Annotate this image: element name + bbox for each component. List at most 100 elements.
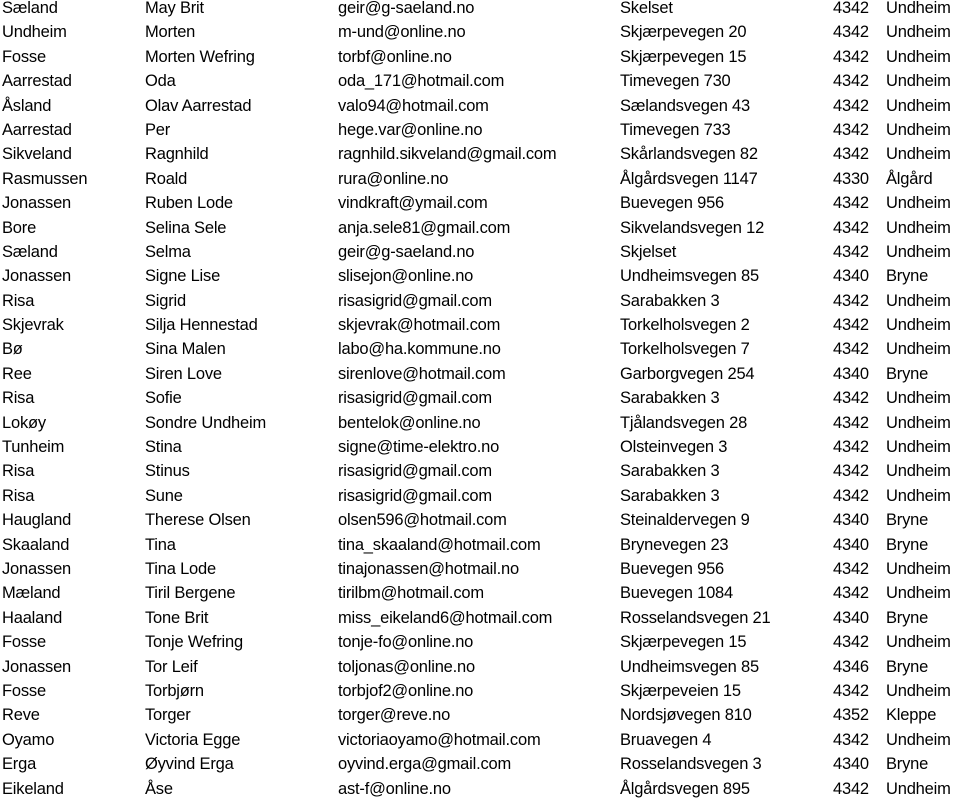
address-cell: Garborgvegen 254 [620, 364, 755, 383]
first-name-cell: Signe Lise [145, 267, 221, 286]
city-cell: Undheim [886, 72, 951, 91]
city-cell: Undheim [886, 779, 951, 798]
postal-code-cell: 4342 [833, 145, 869, 164]
email-cell: ragnhild.sikveland@gmail.com [338, 145, 557, 164]
last-name-cell: Skjevrak [2, 316, 64, 335]
last-name-cell: Aarrestad [2, 72, 72, 91]
postal-code-cell: 4342 [833, 194, 869, 213]
email-cell: toljonas@online.no [338, 657, 475, 676]
city-cell: Undheim [886, 145, 951, 164]
contact-table: Sæland May Brit geir@g-saeland.no Skelset 43… [2, 0, 960, 801]
first-name-cell: Per [145, 120, 171, 139]
table-row: Tunheim Stina signe@time-elektro.no Olstein… [2, 435, 960, 459]
address-cell: Timevegen 730 [620, 72, 731, 91]
email-cell: ast-f@online.no [338, 779, 451, 798]
table-row: Bø Sina Malen labo@ha.kommune.no Torkelhols… [2, 337, 960, 361]
city-cell: Undheim [886, 120, 951, 139]
city-cell: Kleppe [886, 706, 937, 725]
address-cell: Rosselandsvegen 3 [620, 755, 762, 774]
first-name-cell: May Brit [145, 0, 204, 17]
postal-code-cell: 4342 [833, 96, 869, 115]
table-row: Bore Selina Sele anja.sele81@gmail.com Sikv… [2, 216, 960, 240]
table-row: Risa Stinus risasigrid@gmail.com Sarabakken… [2, 459, 960, 483]
first-name-cell: Silja Hennestad [145, 316, 258, 335]
table-row: Jonassen Tor Leif toljonas@online.no Undhei… [2, 655, 960, 679]
last-name-cell: Fosse [2, 681, 46, 700]
postal-code-cell: 4342 [833, 438, 869, 457]
postal-code-cell: 4340 [833, 755, 869, 774]
city-cell: Undheim [886, 23, 951, 42]
city-cell: Undheim [886, 413, 951, 432]
first-name-cell: Oda [145, 72, 176, 91]
address-cell: Sarabakken 3 [620, 486, 720, 505]
email-cell: tina_skaaland@hotmail.com [338, 535, 541, 554]
email-cell: labo@ha.kommune.no [338, 340, 501, 359]
city-cell: Undheim [886, 633, 951, 652]
last-name-cell: Sæland [2, 0, 58, 17]
address-cell: Skjærpevegen 20 [620, 23, 747, 42]
first-name-cell: Tiril Bergene [145, 584, 236, 603]
postal-code-cell: 4342 [833, 72, 869, 91]
table-row: Reve Torger torger@reve.no Nordsjøvegen 810… [2, 703, 960, 727]
address-cell: Sarabakken 3 [620, 462, 720, 481]
first-name-cell: Morten [145, 23, 196, 42]
email-cell: geir@g-saeland.no [338, 242, 475, 261]
table-row: Haaland Tone Brit miss_eikeland6@hotmail.c… [2, 606, 960, 630]
address-cell: Torkelholsvegen 7 [620, 340, 750, 359]
first-name-cell: Selina Sele [145, 218, 227, 237]
last-name-cell: Haaland [2, 608, 63, 627]
last-name-cell: Risa [2, 389, 35, 408]
first-name-cell: Therese Olsen [145, 511, 251, 530]
address-cell: Sarabakken 3 [620, 389, 720, 408]
postal-code-cell: 4342 [833, 413, 869, 432]
city-cell: Undheim [886, 681, 951, 700]
address-cell: Skårlandsvegen 82 [620, 145, 758, 164]
email-cell: olsen596@hotmail.com [338, 511, 507, 530]
postal-code-cell: 4340 [833, 267, 869, 286]
email-cell: victoriaoyamo@hotmail.com [338, 730, 541, 749]
city-cell: Undheim [886, 218, 951, 237]
first-name-cell: Olav Aarrestad [145, 96, 252, 115]
email-cell: tonje-fo@online.no [338, 633, 474, 652]
table-row: Mæland Tiril Bergene tirilbm@hotmail.com Bu… [2, 581, 960, 605]
table-row: Fosse Torbjørn torbjof2@online.no Skjærpeve… [2, 679, 960, 703]
table-row: Erga Øyvind Erga oyvind.erga@gmail.com Ross… [2, 752, 960, 776]
postal-code-cell: 4352 [833, 706, 869, 725]
table-row: Oyamo Victoria Egge victoriaoyamo@hotmail.… [2, 728, 960, 752]
postal-code-cell: 4342 [833, 23, 869, 42]
postal-code-cell: 4342 [833, 559, 869, 578]
postal-code-cell: 4342 [833, 291, 869, 310]
email-cell: valo94@hotmail.com [338, 96, 489, 115]
city-cell: Undheim [886, 96, 951, 115]
table-row: Undheim Morten m-und@online.no Skjærpevegen… [2, 20, 960, 44]
email-cell: hege.var@online.no [338, 120, 483, 139]
postal-code-cell: 4342 [833, 486, 869, 505]
last-name-cell: Ree [2, 364, 32, 383]
email-cell: risasigrid@gmail.com [338, 291, 492, 310]
email-cell: skjevrak@hotmail.com [338, 316, 501, 335]
address-cell: Skjærpeveien 15 [620, 681, 741, 700]
address-cell: Skjærpevegen 15 [620, 633, 747, 652]
city-cell: Undheim [886, 340, 951, 359]
city-cell: Bryne [886, 535, 929, 554]
postal-code-cell: 4342 [833, 462, 869, 481]
postal-code-cell: 4340 [833, 511, 869, 530]
table-row: Risa Sigrid risasigrid@gmail.com Sarabakken… [2, 289, 960, 313]
address-cell: Skelset [620, 0, 673, 17]
city-cell: Undheim [886, 389, 951, 408]
email-cell: tirilbm@hotmail.com [338, 584, 484, 603]
first-name-cell: Victoria Egge [145, 730, 241, 749]
first-name-cell: Morten Wefring [145, 47, 255, 66]
email-cell: geir@g-saeland.no [338, 0, 475, 17]
address-cell: Ålgårdsvegen 895 [620, 779, 750, 798]
table-row: Sæland May Brit geir@g-saeland.no Skelset 43… [2, 0, 960, 20]
last-name-cell: Eikeland [2, 779, 64, 798]
email-cell: torbf@online.no [338, 47, 452, 66]
first-name-cell: Sofie [145, 389, 182, 408]
last-name-cell: Jonassen [2, 559, 72, 578]
table-row: Eikeland Åse ast-f@online.no Ålgårdsvegen 8… [2, 777, 960, 801]
first-name-cell: Sina Malen [145, 340, 226, 359]
last-name-cell: Undheim [2, 23, 67, 42]
last-name-cell: Bore [2, 218, 37, 237]
first-name-cell: Ruben Lode [145, 194, 233, 213]
